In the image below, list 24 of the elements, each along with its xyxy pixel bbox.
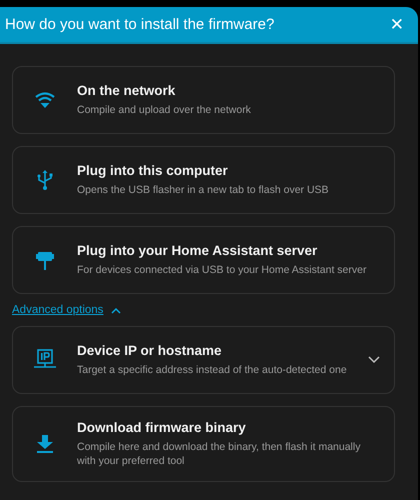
usb-icon bbox=[37, 169, 53, 191]
dialog-title: How do you want to install the firmware? bbox=[5, 16, 274, 33]
network-monitor-icon bbox=[34, 349, 56, 371]
install-option-card[interactable]: Device IP or hostname Target a specific address instead of the auto-detected one bbox=[12, 326, 395, 394]
option-title: On the network bbox=[77, 83, 176, 98]
caret-icon[interactable] bbox=[111, 306, 122, 314]
install-option-card[interactable]: Download firmware binary Compile here and download the binary, then flash it manually with your preferred tool bbox=[12, 406, 395, 482]
option-title: Plug into this computer bbox=[77, 163, 229, 178]
option-title: Plug into your Home Assistant server bbox=[77, 243, 318, 258]
install-option-card[interactable]: On the network Compile and upload over the network bbox=[12, 66, 395, 134]
download-icon bbox=[36, 434, 54, 454]
option-title: Download firmware binary bbox=[77, 420, 247, 435]
option-description: Compile here and download the binary, then flash it manually with your preferred tool bbox=[77, 440, 362, 468]
install-option-card[interactable]: Plug into this computer Opens the USB flasher in a new tab to flash over USB bbox=[12, 146, 395, 214]
option-title: Device IP or hostname bbox=[77, 343, 223, 358]
advanced-options-link[interactable]: Advanced options bbox=[12, 304, 104, 316]
wifi-icon bbox=[35, 91, 55, 109]
serial-connector-icon bbox=[36, 249, 54, 271]
chevron-icon[interactable] bbox=[368, 356, 380, 364]
option-description: Compile and upload over the network bbox=[77, 103, 252, 117]
option-description: Opens the USB flasher in a new tab to flash over USB bbox=[77, 183, 330, 197]
install-option-card[interactable]: Plug into your Home Assistant server For devices connected via USB to your Home Assistant server bbox=[12, 226, 395, 294]
option-description: For devices connected via USB to your Home Assistant server bbox=[77, 263, 368, 277]
option-description: Target a specific address instead of the auto-detected one bbox=[77, 363, 348, 377]
